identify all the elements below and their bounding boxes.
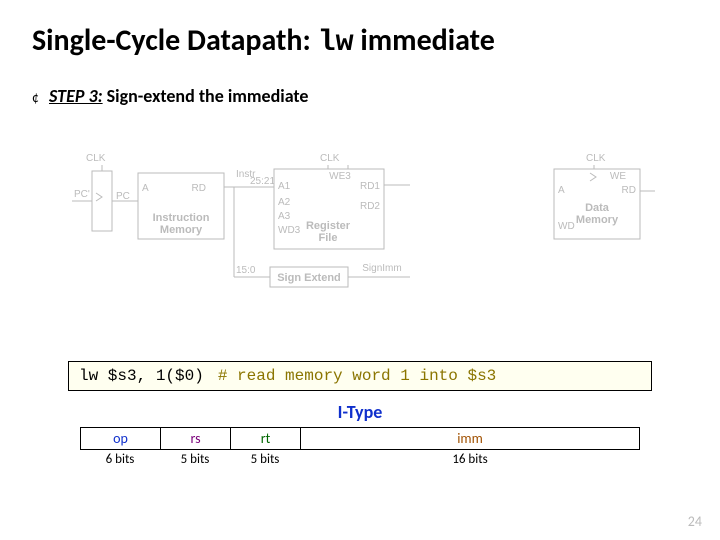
label-pc: PC xyxy=(116,191,130,202)
bullet-icon: ¢ xyxy=(32,89,39,106)
bits-op: 6 bits xyxy=(80,450,160,467)
bits-rt: 5 bits xyxy=(230,450,300,467)
label-wd-dmem: WD xyxy=(558,221,575,232)
code-snippet: lw $s3, 1($0) # read memory word 1 into … xyxy=(68,361,652,391)
label-pcp: PC' xyxy=(74,189,90,200)
label-regfile2: File xyxy=(319,232,338,244)
datapath-diagram: CLK PC' PC A RD Instruction Memory Instr… xyxy=(32,121,688,321)
field-rs: rs xyxy=(161,427,231,449)
label-imem2: Memory xyxy=(160,224,203,236)
label-clk-dmem: CLK xyxy=(586,153,606,164)
itype-table: op rs rt imm xyxy=(80,427,640,450)
label-signimm: SignImm xyxy=(362,263,401,274)
label-dmem2: Memory xyxy=(576,214,619,226)
label-rd1: RD1 xyxy=(360,181,380,192)
step-label: STEP 3: xyxy=(49,85,103,107)
bits-imm: 16 bits xyxy=(300,450,640,467)
label-imem: Instruction xyxy=(153,212,210,224)
label-a-imem: A xyxy=(142,183,149,194)
label-a1: A1 xyxy=(278,181,291,192)
label-rd2: RD2 xyxy=(360,201,380,212)
label-wd3: WD3 xyxy=(278,225,301,236)
code-comment: # read memory word 1 into $s3 xyxy=(218,367,496,385)
title-keyword: lw xyxy=(318,26,354,60)
title-post: immediate xyxy=(354,22,495,59)
field-op: op xyxy=(81,427,161,449)
label-we-dmem: WE xyxy=(610,171,626,182)
field-imm: imm xyxy=(301,427,640,449)
label-signext: Sign Extend xyxy=(277,272,341,284)
label-dmem: Data xyxy=(585,202,610,214)
page-title: Single-Cycle Datapath: lw immediate xyxy=(32,24,688,61)
itype-heading: I-Type xyxy=(32,401,688,423)
bits-rs: 5 bits xyxy=(160,450,230,467)
label-we3: WE3 xyxy=(329,171,351,182)
label-rd-dmem: RD xyxy=(622,185,636,196)
itype-format: I-Type op rs rt imm 6 bits 5 bits 5 bits… xyxy=(32,401,688,467)
label-slice2521: 25:21 xyxy=(250,176,275,187)
field-rt: rt xyxy=(231,427,301,449)
label-rd-imem: RD xyxy=(192,183,206,194)
step-text: Sign-extend the immediate xyxy=(103,85,309,107)
label-regfile: Register xyxy=(306,220,351,232)
label-a-dmem: A xyxy=(558,185,565,196)
label-a2: A2 xyxy=(278,197,291,208)
label-clk-rf: CLK xyxy=(320,153,340,164)
label-a3: A3 xyxy=(278,211,291,222)
title-pre: Single-Cycle Datapath: xyxy=(32,22,318,59)
slide-number: 24 xyxy=(688,513,702,530)
label-clk-pc: CLK xyxy=(86,153,106,164)
code-instruction: lw $s3, 1($0) xyxy=(79,367,204,385)
label-slice150: 15:0 xyxy=(236,265,256,276)
